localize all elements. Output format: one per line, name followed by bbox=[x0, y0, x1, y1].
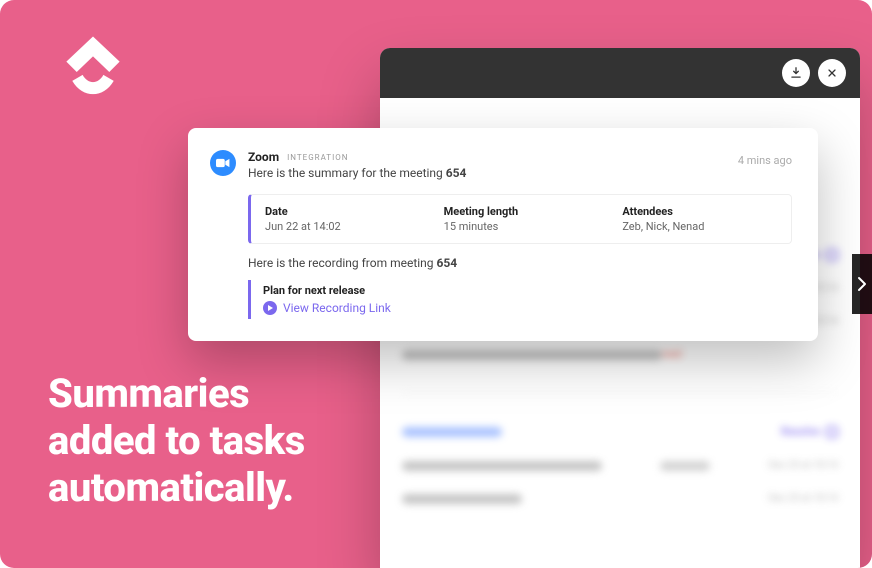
unread-badge bbox=[660, 461, 710, 471]
headline: Summaries added to tasks automatically. bbox=[48, 370, 305, 512]
recording-link-label: View Recording Link bbox=[283, 301, 391, 315]
length-label: Meeting length bbox=[444, 205, 599, 218]
carousel-next-button[interactable] bbox=[852, 254, 872, 314]
attendees-value: Zeb, Nick, Nenad bbox=[622, 220, 777, 233]
meeting-id: 654 bbox=[446, 166, 467, 180]
app-header bbox=[380, 48, 860, 98]
blurred-date: Dec 23 at 10:14 bbox=[769, 493, 838, 504]
checkbox-icon bbox=[826, 249, 838, 261]
resolve-label: Resolve bbox=[781, 425, 820, 438]
download-button[interactable] bbox=[782, 59, 810, 87]
zoom-camera-icon bbox=[210, 150, 236, 176]
blurred-text bbox=[402, 461, 602, 471]
length-value: 15 minutes bbox=[444, 220, 599, 233]
decorative-mask bbox=[858, 52, 872, 68]
blurred-text bbox=[402, 350, 662, 360]
integration-badge: INTEGRATION bbox=[287, 153, 348, 162]
promo-stage: Resolve Dec 23 at 10:14 Dec 23 at 10:14 … bbox=[0, 0, 872, 568]
view-recording-link[interactable]: View Recording Link bbox=[263, 301, 780, 315]
read-badge: read bbox=[662, 349, 682, 360]
headline-line2: added to tasks bbox=[48, 417, 305, 464]
summary-prefix: Here is the summary for the meeting bbox=[248, 166, 446, 180]
recording-title: Plan for next release bbox=[263, 284, 780, 297]
recording-text: Here is the recording from meeting 654 bbox=[248, 256, 792, 270]
divider bbox=[402, 392, 838, 393]
recording-box: Plan for next release View Recording Lin… bbox=[248, 280, 792, 319]
attendees-label: Attendees bbox=[622, 205, 777, 218]
resolve-button[interactable]: Resolve bbox=[781, 425, 838, 438]
summary-text: Here is the summary for the meeting 654 bbox=[248, 166, 792, 180]
headline-line1: Summaries bbox=[48, 370, 305, 417]
clickup-logo-icon bbox=[56, 32, 130, 106]
integration-name: Zoom bbox=[248, 150, 279, 164]
meeting-id: 654 bbox=[437, 256, 458, 270]
zoom-summary-card: Zoom INTEGRATION Here is the summary for… bbox=[188, 128, 818, 341]
blurred-text bbox=[402, 494, 522, 504]
checkbox-icon bbox=[826, 426, 838, 438]
blurred-date: Dec 23 at 10:14 bbox=[769, 460, 838, 471]
date-value: Jun 22 at 14:02 bbox=[265, 220, 420, 233]
date-label: Date bbox=[265, 205, 420, 218]
close-button[interactable] bbox=[818, 59, 846, 87]
headline-line3: automatically. bbox=[48, 464, 305, 511]
recording-prefix: Here is the recording from meeting bbox=[248, 256, 437, 270]
meeting-details: Date Jun 22 at 14:02 Meeting length 15 m… bbox=[248, 194, 792, 244]
blurred-link bbox=[402, 427, 502, 437]
timestamp: 4 mins ago bbox=[738, 154, 792, 167]
play-icon bbox=[263, 301, 277, 315]
